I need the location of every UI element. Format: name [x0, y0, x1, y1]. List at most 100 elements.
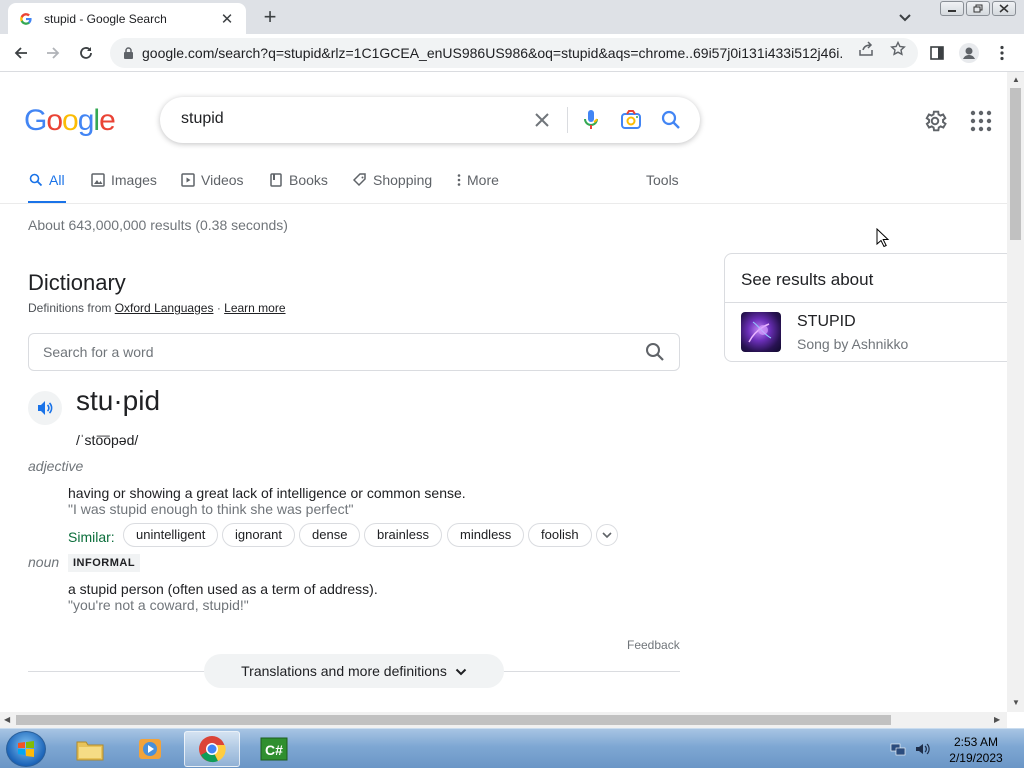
system-tray: [890, 741, 930, 762]
more-definitions-label: Translations and more definitions: [241, 663, 447, 679]
network-icon[interactable]: [890, 741, 906, 762]
google-favicon-icon: [18, 11, 34, 27]
search-icon: [28, 172, 44, 188]
chrome-menu-icon[interactable]: [991, 42, 1013, 64]
vertical-scrollbar[interactable]: ▲ ▼: [1007, 72, 1024, 712]
similar-word-chip[interactable]: foolish: [528, 523, 592, 547]
window-controls: [940, 1, 1016, 16]
clear-search-icon[interactable]: [530, 108, 554, 132]
register-badge: INFORMAL: [68, 554, 141, 572]
word-search-icon[interactable]: [645, 342, 667, 364]
logo-letter: o: [62, 104, 79, 137]
image-icon: [90, 172, 106, 188]
learn-more-link[interactable]: Learn more: [224, 301, 285, 315]
tab-strip: stupid - Google Search ✕ +: [0, 0, 1024, 34]
similar-word-chip[interactable]: brainless: [364, 523, 443, 547]
phonetic: /ˈsto͞opəd/: [76, 432, 139, 448]
voice-search-mic-icon[interactable]: [579, 108, 603, 132]
mouse-cursor-icon: [876, 227, 890, 248]
song-thumbnail[interactable]: [741, 312, 781, 352]
horizontal-scroll-thumb[interactable]: [16, 715, 891, 725]
side-panel-icon[interactable]: [926, 42, 948, 64]
book-icon: [268, 172, 284, 188]
restore-button[interactable]: [966, 1, 990, 16]
card-divider: [725, 302, 1013, 303]
similar-word-chip[interactable]: unintelligent: [123, 523, 219, 547]
similar-word-chip[interactable]: mindless: [447, 523, 525, 547]
tab-label: Books: [289, 172, 328, 188]
translations-more-button[interactable]: Translations and more definitions: [204, 654, 504, 688]
search-query[interactable]: stupid: [181, 110, 224, 128]
chevron-down-icon: [455, 663, 467, 679]
similar-word-chip[interactable]: ignorant: [222, 523, 295, 547]
definition-noun: a stupid person (often used as a term of…: [68, 581, 378, 597]
search-box[interactable]: stupid: [160, 97, 700, 143]
definition-adjective: having or showing a great lack of intell…: [68, 485, 466, 501]
new-tab-button[interactable]: +: [258, 5, 282, 29]
horizontal-scrollbar[interactable]: ◀ ▶: [0, 712, 1007, 728]
dictionary-source: Definitions from Oxford Languages · Lear…: [28, 301, 286, 315]
file-explorer-taskbar-icon[interactable]: [62, 731, 118, 767]
minimize-button[interactable]: [940, 1, 964, 16]
settings-gear-icon[interactable]: [922, 108, 948, 134]
tab-videos[interactable]: Videos: [180, 170, 244, 204]
tab-label: Videos: [201, 172, 244, 188]
tab-images[interactable]: Images: [90, 170, 157, 204]
play-icon: [180, 172, 196, 188]
tab-books[interactable]: Books: [268, 170, 328, 204]
expand-similar-chevron-icon[interactable]: [596, 524, 618, 546]
volume-icon[interactable]: [914, 741, 930, 762]
google-apps-grid-icon[interactable]: [969, 109, 993, 133]
address-bar[interactable]: google.com/search?q=stupid&rlz=1C1GCEA_e…: [110, 38, 918, 68]
reload-button[interactable]: [73, 40, 99, 66]
start-button[interactable]: [6, 731, 46, 767]
back-button[interactable]: [8, 40, 34, 66]
chrome-taskbar-icon[interactable]: [184, 731, 240, 767]
result-stats: About 643,000,000 results (0.38 seconds): [28, 217, 288, 233]
svg-text:C#: C#: [265, 742, 283, 758]
search-submit-icon[interactable]: [659, 108, 683, 132]
media-player-taskbar-icon[interactable]: [122, 731, 178, 767]
browser-tab[interactable]: stupid - Google Search ✕: [8, 3, 246, 34]
oxford-languages-link[interactable]: Oxford Languages: [115, 301, 214, 315]
csharp-app-taskbar-icon[interactable]: C#: [246, 731, 302, 767]
vertical-scroll-thumb[interactable]: [1010, 88, 1021, 240]
browser-toolbar: google.com/search?q=stupid&rlz=1C1GCEA_e…: [0, 34, 1024, 72]
feedback-link[interactable]: Feedback: [627, 638, 680, 652]
tab-label: Images: [111, 172, 157, 188]
forward-button[interactable]: [40, 40, 66, 66]
tools-button[interactable]: Tools: [646, 172, 679, 188]
profile-avatar-icon[interactable]: [958, 42, 980, 64]
pronunciation-speaker-icon[interactable]: [28, 391, 62, 425]
tab-all[interactable]: All: [28, 170, 66, 204]
bookmark-star-icon[interactable]: [890, 41, 906, 57]
part-of-speech-adjective: adjective: [28, 458, 84, 474]
scroll-right-arrow-icon[interactable]: ▶: [994, 715, 1000, 724]
scroll-up-arrow-icon[interactable]: ▲: [1012, 75, 1020, 84]
lock-icon[interactable]: [120, 45, 136, 61]
similar-word-chip[interactable]: dense: [299, 523, 361, 547]
close-window-button[interactable]: [992, 1, 1016, 16]
clock-time: 2:53 AM: [953, 735, 999, 749]
tab-close-icon[interactable]: ✕: [218, 10, 236, 28]
lens-camera-icon[interactable]: [619, 108, 643, 132]
google-logo[interactable]: Google: [24, 104, 116, 138]
tab-label: All: [49, 172, 65, 188]
share-icon[interactable]: [858, 41, 874, 57]
example-adjective: "I was stupid enough to think she was pe…: [68, 501, 354, 517]
header-divider: [0, 203, 1007, 204]
word-search-input[interactable]: Search for a word: [28, 333, 680, 371]
tab-more[interactable]: More: [456, 170, 499, 204]
tab-label: More: [467, 172, 499, 188]
search-divider: [567, 107, 568, 133]
tab-search-chevron-icon[interactable]: [894, 7, 916, 27]
tab-label: Shopping: [373, 172, 433, 188]
logo-letter: o: [46, 104, 63, 137]
entity-title-link[interactable]: STUPID: [797, 313, 856, 331]
scroll-down-arrow-icon[interactable]: ▼: [1012, 698, 1020, 707]
tab-shopping[interactable]: Shopping: [352, 170, 432, 204]
scroll-left-arrow-icon[interactable]: ◀: [4, 715, 10, 724]
source-prefix: Definitions from: [28, 301, 112, 315]
taskbar-clock[interactable]: 2:53 AM 2/19/2023: [944, 734, 1008, 766]
kebab-icon: [456, 172, 462, 188]
